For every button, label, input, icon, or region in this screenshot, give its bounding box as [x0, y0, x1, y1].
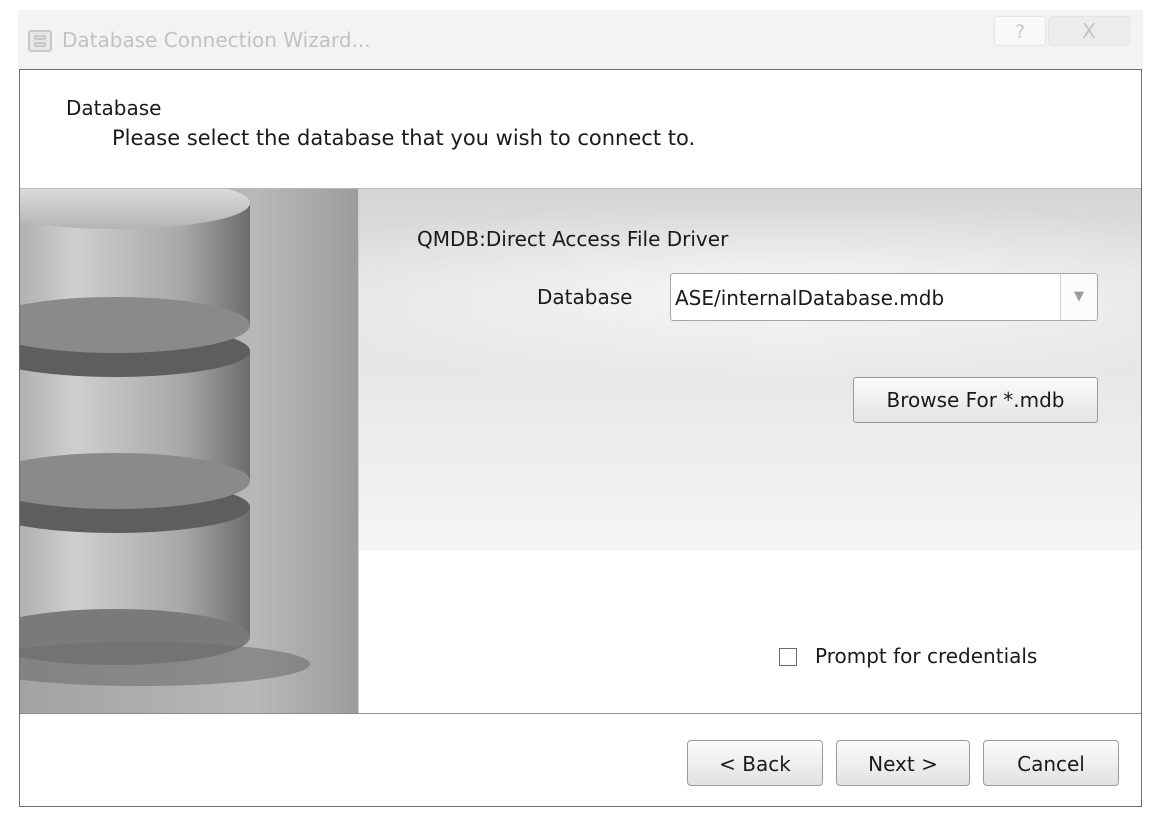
page-subtitle: Please select the database that you wish… [112, 126, 696, 150]
back-button[interactable]: < Back [687, 740, 823, 786]
cancel-button[interactable]: Cancel [983, 740, 1119, 786]
database-label: Database [537, 285, 633, 309]
content-lower-area [359, 551, 1141, 713]
close-button[interactable]: X [1048, 16, 1130, 46]
wizard-body: QMDB:Direct Access File Driver Database … [20, 189, 1141, 713]
wizard-footer: < Back Next > Cancel [20, 713, 1141, 806]
page-title: Database [66, 96, 162, 120]
database-cylinder-icon [20, 189, 358, 713]
window-title: Database Connection Wizard... [62, 28, 371, 52]
content-panel: QMDB:Direct Access File Driver Database … [358, 189, 1141, 713]
wizard-header: Database Please select the database that… [20, 70, 1141, 189]
prompt-credentials-checkbox[interactable] [779, 648, 797, 666]
database-banner-image [20, 189, 358, 713]
database-combobox[interactable]: ASE/internalDatabase.mdb ▼ [670, 273, 1098, 321]
help-button[interactable]: ? [994, 16, 1046, 46]
browse-button[interactable]: Browse For *.mdb [853, 377, 1098, 423]
title-bar: Database Connection Wizard... ? X [18, 10, 1143, 70]
prompt-credentials-label[interactable]: Prompt for credentials [815, 644, 1037, 668]
driver-label: QMDB:Direct Access File Driver [417, 227, 729, 251]
app-icon [28, 30, 52, 52]
chevron-down-icon[interactable]: ▼ [1060, 274, 1097, 320]
next-button[interactable]: Next > [836, 740, 970, 786]
wizard-dialog: Database Please select the database that… [19, 69, 1142, 807]
database-combobox-value: ASE/internalDatabase.mdb [675, 286, 945, 310]
